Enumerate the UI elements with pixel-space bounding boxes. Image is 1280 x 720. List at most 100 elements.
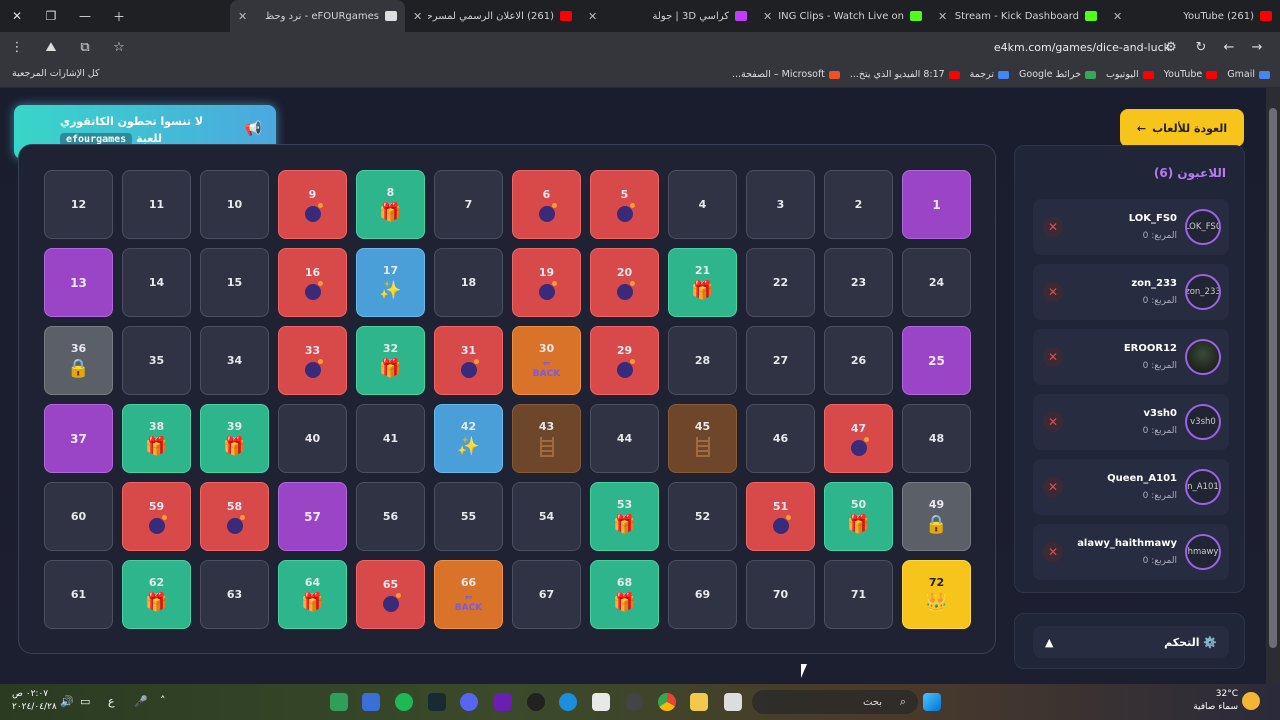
tab-favicon-icon [385, 11, 397, 21]
bookmark-item[interactable]: خرائط Google [1019, 69, 1096, 80]
windows-start-icon[interactable] [923, 693, 941, 711]
cell-number: 5 [620, 187, 629, 201]
extension-icon[interactable]: ⛰ [34, 40, 68, 55]
cell-number: 33 [304, 343, 321, 357]
browser-tab[interactable]: eFOURgames - نرد وحظ ✕ [230, 0, 405, 32]
tab-close-icon[interactable]: ✕ [238, 10, 247, 23]
mouse-cursor-icon [801, 664, 807, 678]
board-cell-25: 25 [902, 326, 971, 395]
bookmark-item[interactable]: YouTube [1164, 69, 1218, 80]
cell-number: 23 [850, 275, 867, 289]
cell-number: 40 [304, 431, 321, 445]
search-icon: ⌕ [899, 695, 906, 708]
spotify-icon[interactable] [395, 693, 413, 711]
remove-player-button[interactable]: ✕ [1043, 282, 1063, 302]
bookmark-item[interactable]: Microsoft – الصفحة... [732, 69, 840, 80]
browser-tab[interactable]: YouTube (261) ✕ [1105, 0, 1280, 32]
app-icon-3[interactable] [428, 693, 446, 711]
cell-number: 30 [538, 342, 555, 355]
minimize-window-icon[interactable]: — [68, 9, 102, 23]
tab-close-icon[interactable]: ✕ [763, 10, 772, 23]
battery-icon[interactable]: ▭ [80, 695, 90, 708]
close-window-icon[interactable]: ✕ [0, 9, 34, 23]
weather-widget[interactable]: 32°C سماء صافية [1193, 688, 1238, 714]
tab-close-icon[interactable]: ✕ [1113, 10, 1122, 23]
chrome-icon[interactable] [658, 693, 676, 711]
cell-number: 27 [772, 353, 789, 367]
cell-number: 63 [226, 587, 243, 601]
scrollbar-thumb[interactable] [1269, 108, 1277, 648]
discord-icon[interactable] [460, 693, 478, 711]
back-label: العودة للألعاب [1152, 121, 1228, 135]
remove-player-button[interactable]: ✕ [1043, 412, 1063, 432]
cell-number: 59 [148, 499, 165, 513]
cell-number: 20 [616, 265, 633, 279]
bookmark-item[interactable]: ترجمة [970, 69, 1010, 80]
microphone-icon[interactable]: 🎤 [134, 695, 148, 708]
cell-number: 41 [382, 431, 399, 445]
taskbar-search[interactable]: بحث ⌕ [752, 690, 918, 714]
gift-icon: 🎁 [379, 201, 402, 223]
edge-icon[interactable] [559, 693, 577, 711]
browser-tab[interactable]: كراسي 3D | جولة ✕ [580, 0, 755, 32]
new-tab-button[interactable]: ＋ [102, 8, 136, 25]
board-cell-60: 60 [44, 482, 113, 551]
bookmark-favicon-icon [1206, 70, 1218, 79]
share-icon[interactable]: ⧉ [68, 40, 102, 55]
file-explorer-icon[interactable] [690, 693, 708, 711]
lock-icon: 🔒 [925, 513, 948, 535]
sparkle-icon: ✨ [379, 279, 402, 301]
cell-number: 44 [616, 431, 633, 445]
speaker-icon[interactable]: 🔊 [60, 695, 74, 708]
tray-chevron-icon[interactable]: ˄ [160, 694, 166, 707]
menu-icon[interactable]: ⋮ [0, 40, 34, 55]
cell-number: 62 [148, 575, 165, 589]
forward-nav-icon[interactable]: → [1240, 40, 1274, 55]
cell-number: 21 [694, 263, 711, 277]
all-bookmarks-link[interactable]: كل الإشارات المرجعية [12, 68, 100, 79]
url-field[interactable]: e4km.com/games/dice-and-luck [994, 41, 1170, 54]
browser-tab[interactable]: (261) الاعلان الرسمي لمسرحية مد... ✕ [405, 0, 580, 32]
tab-close-icon[interactable]: ✕ [413, 10, 422, 23]
bookmark-star-icon[interactable]: ☆ [102, 40, 136, 55]
next-icon[interactable] [494, 693, 512, 711]
remove-player-button[interactable]: ✕ [1043, 217, 1063, 237]
board-cell-46: 46 [746, 404, 815, 473]
restore-window-icon[interactable]: ❐ [34, 9, 68, 23]
remove-player-button[interactable]: ✕ [1043, 347, 1063, 367]
taskbar-clock[interactable]: ٠٢:٠٧ ص ٢٠٢٤/٠٤/٢٨ [12, 688, 57, 714]
back-to-games-button[interactable]: العودة للألعاب ← [1120, 109, 1244, 147]
tab-favicon-icon [560, 11, 572, 21]
gift-icon: 🎁 [145, 435, 168, 457]
cell-number: 28 [694, 353, 711, 367]
site-settings-icon[interactable]: ⚙ [1154, 40, 1188, 55]
bookmark-item[interactable]: 8:17 الفيديو الذي يتخ... [850, 69, 960, 80]
tab-title: 3MARING Clips - Watch Live on [778, 10, 904, 22]
remove-player-button[interactable]: ✕ [1043, 477, 1063, 497]
app-icon-6[interactable] [724, 693, 742, 711]
store-icon[interactable] [592, 693, 610, 711]
language-indicator[interactable]: ع [108, 695, 115, 708]
remove-player-button[interactable]: ✕ [1043, 542, 1063, 562]
page-scrollbar[interactable] [1266, 88, 1280, 684]
bookmark-item[interactable]: اليوتيوب [1106, 69, 1154, 80]
gift-icon: 🎁 [223, 435, 246, 457]
app-icon-4[interactable] [527, 693, 545, 711]
megaphone-icon: 📢 [244, 121, 262, 137]
browser-tab[interactable]: 3MARING Clips - Watch Live on ✕ [755, 0, 930, 32]
app-icon-5[interactable] [625, 693, 643, 711]
browser-tab[interactable]: Stream - Kick Dashboard ✕ [930, 0, 1105, 32]
tab-close-icon[interactable]: ✕ [938, 10, 947, 23]
control-toggle[interactable]: ⚙️ التحكم ▲ [1033, 626, 1229, 658]
app-icon-1[interactable] [330, 693, 348, 711]
cell-number: 70 [772, 587, 789, 601]
player-name: zon_233 [1131, 278, 1177, 289]
app-icon-2[interactable] [362, 693, 380, 711]
tab-close-icon[interactable]: ✕ [588, 10, 597, 23]
cell-number: 67 [538, 587, 555, 601]
player-score: المربع: 0 [1142, 296, 1177, 306]
cell-number: 34 [226, 353, 243, 367]
avatar: hmawy [1185, 534, 1221, 570]
bookmark-item[interactable]: Gmail [1227, 69, 1270, 80]
bomb-icon [148, 514, 167, 534]
